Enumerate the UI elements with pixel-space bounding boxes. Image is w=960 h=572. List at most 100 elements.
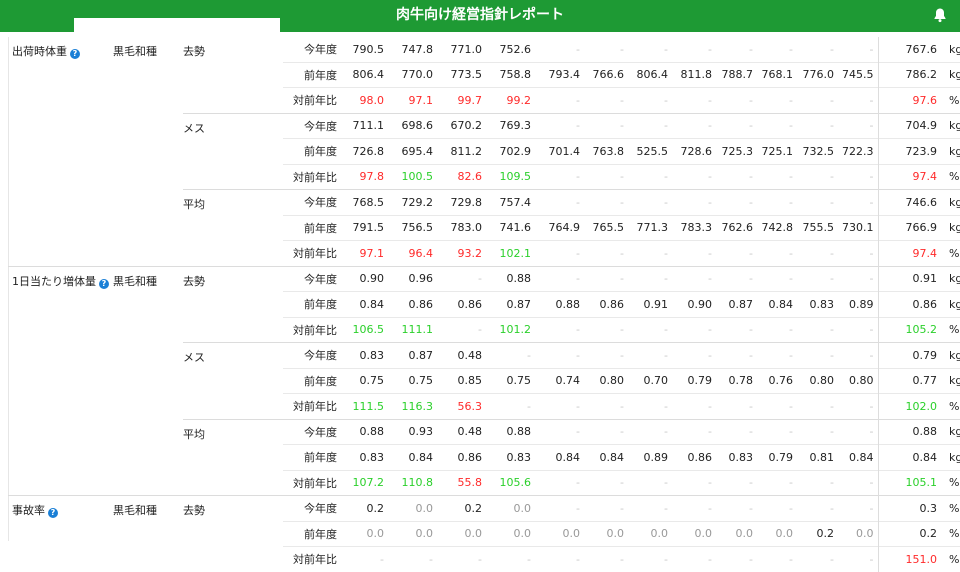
- report-content: 出荷時体重? 黒毛和種 去勢 今年度 790.5 747.8 771.0 752.6- - - - -…: [0, 37, 960, 572]
- value-cell: -: [838, 240, 878, 266]
- value-cell: 97.1: [343, 240, 388, 266]
- value-cell: -: [672, 240, 716, 266]
- value-cell: -: [716, 112, 757, 139]
- value-cell: -: [716, 265, 757, 292]
- total-cell: 766.9: [877, 214, 941, 241]
- value-cell: -: [628, 469, 672, 496]
- value-cell: -: [716, 87, 757, 113]
- metric-name: 1日当たり増体量: [12, 274, 96, 288]
- value-cell: 788.7: [716, 61, 757, 88]
- value-cell: -: [797, 546, 838, 572]
- value-cell: -: [757, 469, 797, 496]
- value-cell: 0.78: [716, 367, 757, 394]
- value-cell: 0.86: [388, 291, 437, 317]
- value-cell: 728.6: [672, 138, 716, 164]
- value-cell: 0.85: [437, 367, 486, 394]
- help-icon[interactable]: ?: [70, 49, 80, 59]
- value-cell: 725.3: [716, 138, 757, 164]
- value-cell: -: [437, 546, 486, 572]
- value-cell: 0.91: [628, 291, 672, 317]
- value-cell: 726.8: [343, 138, 388, 164]
- value-cell: -: [757, 265, 797, 292]
- value-cell: -: [797, 189, 838, 215]
- value-cell: -: [628, 189, 672, 215]
- value-cell: -: [584, 342, 628, 368]
- value-cell: 752.6: [499, 42, 532, 56]
- value-cell: -: [486, 546, 535, 572]
- value-cell: -: [838, 546, 878, 572]
- report-table: 出荷時体重? 黒毛和種 去勢 今年度 790.5 747.8 771.0 752.6- - - - -…: [8, 37, 960, 572]
- row-label: 対前年比: [283, 240, 343, 266]
- total-cell: 151.0: [877, 546, 941, 572]
- row-label: 前年度: [283, 138, 343, 164]
- value-cell: -: [838, 316, 878, 343]
- value-cell: 722.3: [838, 138, 878, 164]
- value-cell: 0.2: [437, 495, 486, 521]
- value-cell: 0.0: [838, 520, 878, 547]
- value-cell: -: [672, 546, 716, 572]
- unit-label: %: [941, 469, 960, 496]
- value-cell: -: [584, 112, 628, 139]
- value-cell: 0.90: [672, 291, 716, 317]
- value-cell: 0.0: [343, 520, 388, 547]
- value-cell: 525.5: [628, 138, 672, 164]
- value-cell: 0.84: [388, 444, 437, 470]
- value-cell: 0.86: [584, 291, 628, 317]
- value-cell: -: [628, 495, 672, 521]
- value-cell: -: [535, 163, 584, 190]
- value-cell: 755.5: [797, 214, 838, 241]
- value-cell: -: [343, 546, 388, 572]
- value-cell: 766.6: [584, 61, 628, 88]
- value-cell: 0.90: [343, 265, 388, 292]
- value-cell: 96.4: [388, 240, 437, 266]
- breed-label: 黒毛和種: [113, 265, 183, 496]
- table-row: 1日当たり増体量? 黒毛和種 去勢 今年度 0.90 0.96-0.88- - - - - - - -0…: [8, 265, 960, 496]
- value-cell: 0.87: [486, 291, 535, 317]
- value-cell: 0.84: [535, 444, 584, 470]
- value-cell: 811.8: [672, 61, 716, 88]
- value-cell: -: [716, 189, 757, 215]
- value-cell: 0.75: [388, 367, 437, 394]
- value-cell: -: [628, 163, 672, 190]
- value-cell: 0.0: [388, 520, 437, 547]
- value-cell: 769.3: [486, 112, 535, 139]
- total-cell: 0.79: [877, 342, 941, 368]
- value-cell: 98.0: [343, 87, 388, 113]
- value-cell: 0.70: [628, 367, 672, 394]
- value-cell: 0.0: [757, 520, 797, 547]
- value-cell: -: [716, 495, 757, 521]
- value-cell: 0.2: [797, 520, 838, 547]
- value-cell: -: [716, 393, 757, 419]
- unit-label: %: [941, 316, 960, 343]
- row-label: 今年度: [283, 112, 343, 139]
- total-cell: 102.0: [877, 393, 941, 419]
- sex-label: 去勢: [183, 495, 283, 572]
- row-label: 前年度: [283, 367, 343, 394]
- value-cell: -: [535, 418, 584, 445]
- value-cell: 806.4: [628, 61, 672, 88]
- value-cell: -: [486, 393, 535, 419]
- value-cell: -: [797, 393, 838, 419]
- row-label: 今年度: [283, 342, 343, 368]
- value-cell: -: [672, 87, 716, 113]
- value-cell: -: [708, 42, 712, 56]
- row-label: 前年度: [283, 291, 343, 317]
- value-cell: 670.2: [437, 112, 486, 139]
- value-cell: -: [437, 265, 486, 292]
- row-label: 対前年比: [283, 316, 343, 343]
- unit-label: kg: [941, 265, 960, 292]
- value-cell: 729.2: [388, 189, 437, 215]
- value-cell: 0.80: [838, 367, 878, 394]
- value-cell: -: [628, 87, 672, 113]
- bell-icon[interactable]: [932, 7, 948, 23]
- unit-label: %: [941, 495, 960, 521]
- value-cell: 695.4: [388, 138, 437, 164]
- help-icon[interactable]: ?: [99, 278, 109, 289]
- row-label: 今年度: [283, 265, 343, 292]
- value-cell: -: [535, 189, 584, 215]
- help-icon[interactable]: ?: [48, 508, 58, 518]
- value-cell: -: [584, 240, 628, 266]
- value-cell: -: [797, 316, 838, 343]
- value-cell: -: [672, 342, 716, 368]
- value-cell: -: [838, 189, 878, 215]
